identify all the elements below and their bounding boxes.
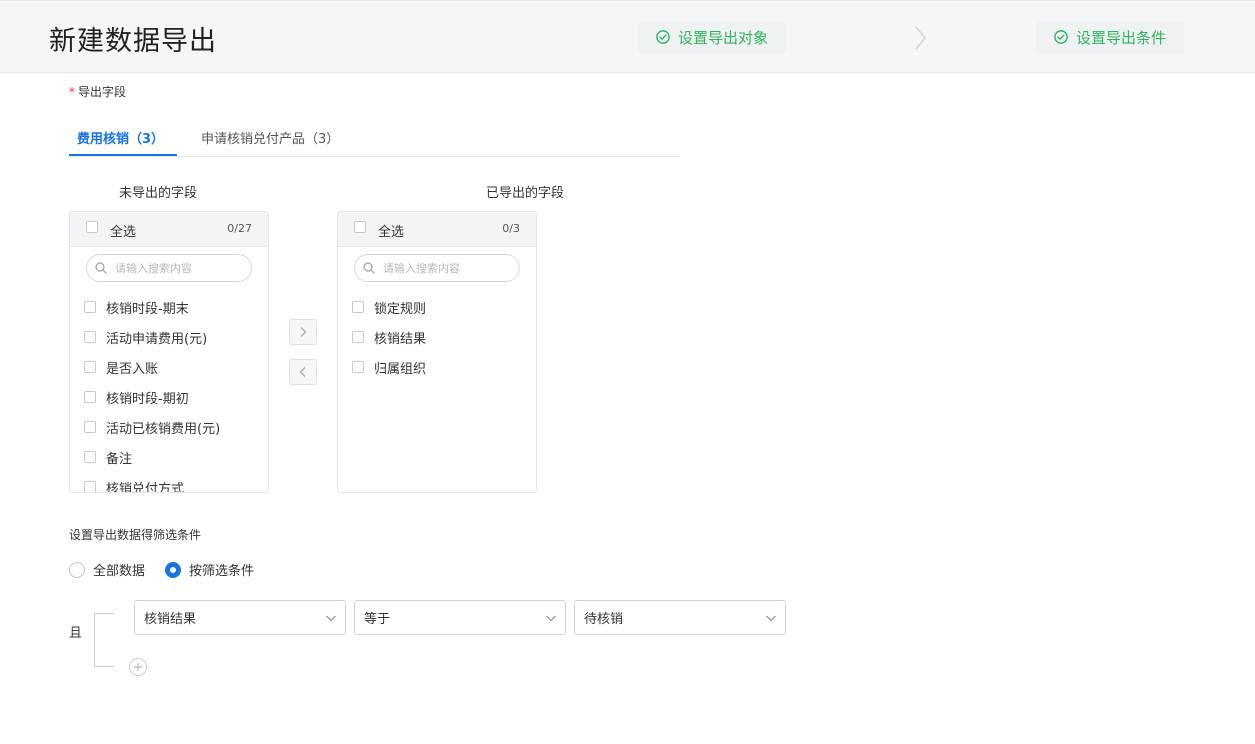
selection-count: 0/3 <box>502 222 520 235</box>
tab-writeoff-products[interactable]: 申请核销兑付产品（3） <box>201 128 339 147</box>
select-value: 待核销 <box>584 612 624 627</box>
active-tab-indicator <box>69 154 177 156</box>
chevron-down-icon <box>546 615 556 622</box>
unexported-fields-title: 未导出的字段 <box>119 186 198 201</box>
item-checkbox[interactable] <box>352 301 364 313</box>
select-all-checkbox[interactable] <box>86 221 98 233</box>
panel-header: 全选 0/27 <box>70 212 268 247</box>
export-fields-label: * 导出字段 <box>69 83 126 100</box>
select-value: 等于 <box>364 612 391 627</box>
item-checkbox[interactable] <box>352 331 364 343</box>
exported-fields-panel: 全选 0/3 锁定规则 核销结果 归属组织 <box>337 211 537 493</box>
tab-expense-writeoff[interactable]: 费用核销（3） <box>77 128 164 147</box>
select-all-label: 全选 <box>110 225 137 240</box>
filter-section-title: 设置导出数据得筛选条件 <box>69 528 202 542</box>
list-item[interactable]: 备注 <box>84 442 220 472</box>
list-item[interactable]: 归属组织 <box>352 352 426 382</box>
item-label: 锁定规则 <box>374 301 427 317</box>
chevron-right-icon <box>915 26 926 50</box>
data-scope-radio-group: 全部数据 按筛选条件 <box>69 560 274 579</box>
item-checkbox[interactable] <box>84 451 96 463</box>
step-label: 设置导出对象 <box>678 28 769 47</box>
search-input[interactable] <box>113 260 247 276</box>
condition-operator-select[interactable]: 等于 <box>354 600 566 635</box>
chevron-left-icon <box>299 367 306 377</box>
and-operator-label: 且 <box>69 626 83 641</box>
item-checkbox[interactable] <box>84 361 96 373</box>
search-input[interactable] <box>381 260 515 276</box>
condition-field-select[interactable]: 核销结果 <box>134 600 346 635</box>
item-label: 核销结果 <box>374 331 427 347</box>
item-checkbox[interactable] <box>84 391 96 403</box>
item-label: 是否入账 <box>106 361 159 377</box>
chevron-down-icon <box>766 615 776 622</box>
move-right-button[interactable] <box>289 319 317 345</box>
field-list: 锁定规则 核销结果 归属组织 <box>352 292 426 382</box>
field-tabs: 费用核销（3） 申请核销兑付产品（3） <box>69 118 680 157</box>
check-circle-icon <box>1054 30 1068 44</box>
step-set-export-conditions[interactable]: 设置导出条件 <box>1036 21 1185 53</box>
item-label: 归属组织 <box>374 361 427 377</box>
page-header: 新建数据导出 设置导出对象 设置导出条件 <box>0 0 1255 73</box>
item-label: 备注 <box>106 451 133 467</box>
search-icon <box>363 262 375 274</box>
required-asterisk: * <box>69 85 75 99</box>
exported-fields-title: 已导出的字段 <box>486 186 565 201</box>
select-all-checkbox[interactable] <box>354 221 366 233</box>
item-checkbox[interactable] <box>84 331 96 343</box>
item-label: 核销时段-期末 <box>106 301 189 317</box>
condition-group-bracket <box>94 613 114 667</box>
list-item[interactable]: 核销时段-期初 <box>84 382 220 412</box>
radio-by-filter[interactable] <box>165 561 182 578</box>
panel-header: 全选 0/3 <box>338 212 536 247</box>
list-item[interactable]: 核销时段-期末 <box>84 292 220 322</box>
export-fields-text: 导出字段 <box>78 85 127 99</box>
item-label: 核销时段-期初 <box>106 391 189 407</box>
select-all-label: 全选 <box>378 225 405 240</box>
search-icon <box>95 262 107 274</box>
list-item[interactable]: 活动申请费用(元) <box>84 322 220 352</box>
move-left-button[interactable] <box>289 359 317 385</box>
search-box <box>354 254 520 282</box>
list-item[interactable]: 锁定规则 <box>352 292 426 322</box>
item-checkbox[interactable] <box>84 481 96 492</box>
radio-label[interactable]: 按筛选条件 <box>189 560 254 579</box>
chevron-right-icon <box>300 327 307 337</box>
item-checkbox[interactable] <box>84 421 96 433</box>
list-item[interactable]: 是否入账 <box>84 352 220 382</box>
list-item[interactable]: 活动已核销费用(元) <box>84 412 220 442</box>
list-item[interactable]: 核销兑付方式 <box>84 472 220 493</box>
condition-value-select[interactable]: 待核销 <box>574 600 786 635</box>
plus-icon <box>134 663 142 671</box>
select-value: 核销结果 <box>144 612 197 627</box>
step-set-export-object[interactable]: 设置导出对象 <box>638 21 787 53</box>
field-list: 核销时段-期末 活动申请费用(元) 是否入账 核销时段-期初 活动已核销费用(元… <box>84 292 220 493</box>
item-label: 核销兑付方式 <box>106 481 185 493</box>
page-title: 新建数据导出 <box>49 26 217 57</box>
search-box <box>86 254 252 282</box>
item-checkbox[interactable] <box>352 361 364 373</box>
radio-all-data[interactable] <box>69 561 85 578</box>
add-condition-button[interactable] <box>129 658 147 676</box>
selection-count: 0/27 <box>227 222 252 235</box>
radio-label[interactable]: 全部数据 <box>93 560 145 579</box>
list-item[interactable]: 核销结果 <box>352 322 426 352</box>
check-circle-icon <box>656 30 670 44</box>
item-label: 活动申请费用(元) <box>106 331 208 347</box>
chevron-down-icon <box>326 615 336 622</box>
step-label: 设置导出条件 <box>1076 28 1167 47</box>
item-label: 活动已核销费用(元) <box>106 421 221 437</box>
unexported-fields-panel: 全选 0/27 核销时段-期末 活动申请费用(元) 是否入账 核销时段-期初 活… <box>69 211 269 493</box>
item-checkbox[interactable] <box>84 301 96 313</box>
